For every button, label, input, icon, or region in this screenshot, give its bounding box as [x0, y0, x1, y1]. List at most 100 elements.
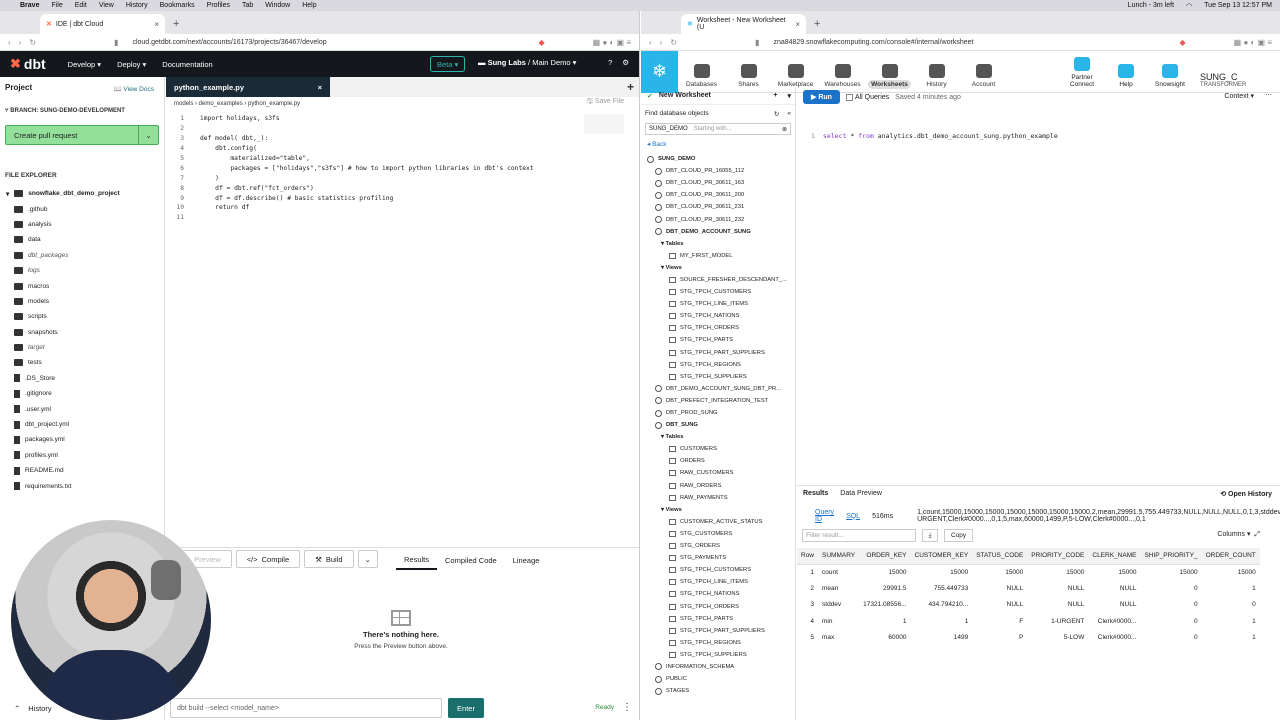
add-worksheet-button[interactable]: +: [773, 92, 777, 99]
close-tab-icon[interactable]: ×: [795, 20, 800, 29]
new-file-tab-button[interactable]: +: [627, 80, 634, 94]
partner-connect-button[interactable]: Partner Connect: [1060, 57, 1104, 88]
db-tree-item[interactable]: DBT_DEMO_ACCOUNT_SUNG: [641, 226, 795, 238]
table-cell[interactable]: 5: [797, 630, 818, 646]
url-text[interactable]: zna84829.snowflakecomputing.com/console#…: [767, 39, 1171, 46]
tree-item-models[interactable]: models: [0, 294, 165, 309]
nav-worksheets[interactable]: Worksheets: [866, 63, 913, 89]
back-icon[interactable]: ‹: [8, 38, 11, 47]
calendar-status[interactable]: Lunch - 3m left: [1128, 2, 1174, 9]
db-tree-item[interactable]: STG_TPCH_PARTS: [641, 613, 795, 625]
help-icon[interactable]: ?: [608, 58, 612, 67]
browser-tab-dbt[interactable]: ✕ IDE | dbt Cloud ×: [40, 14, 165, 34]
settings-gear-icon[interactable]: ⚙: [622, 58, 629, 67]
tree-item-snapshots[interactable]: snapshots: [0, 325, 165, 340]
column-header[interactable]: ORDER_COUNT: [1201, 548, 1260, 565]
reload-icon[interactable]: ↻: [670, 38, 677, 47]
table-cell[interactable]: 0: [1202, 597, 1260, 613]
dbt-logo[interactable]: ✖ dbt: [10, 56, 46, 72]
db-tree-item[interactable]: STG_TPCH_ORDERS: [641, 600, 795, 612]
db-tree-item[interactable]: STAGES: [641, 685, 795, 697]
table-cell[interactable]: mean: [818, 580, 859, 596]
sql-link[interactable]: SQL: [846, 513, 860, 520]
db-tree-item[interactable]: STG_TPCH_SUPPLIERS: [641, 371, 795, 383]
db-tree-item[interactable]: RAW_CUSTOMERS: [641, 467, 795, 479]
build-options-dropdown[interactable]: ⌄: [357, 550, 378, 568]
tab-results[interactable]: Results: [396, 550, 438, 570]
worksheet-tab[interactable]: New Worksheet: [659, 92, 711, 99]
new-tab-button[interactable]: +: [814, 14, 820, 34]
table-cell[interactable]: 17321.08556...: [859, 597, 910, 613]
table-cell[interactable]: 15000: [1140, 564, 1201, 580]
tree-item--user-yml[interactable]: .user.yml: [0, 401, 165, 416]
db-tree-item[interactable]: DBT_DEMO_ACCOUNT_SUNG_DBT_PR...: [641, 383, 795, 395]
project-selector[interactable]: ▬ Sung Labs / Main Demo ▾: [478, 58, 576, 67]
table-cell[interactable]: 29991.5: [859, 580, 910, 596]
reload-icon[interactable]: ↻: [29, 38, 36, 47]
column-header[interactable]: CUSTOMER_KEY: [910, 548, 973, 565]
extensions-icon[interactable]: ▦ ● ◐ ▣ ≡: [593, 38, 631, 47]
db-tree-item[interactable]: RAW_ORDERS: [641, 480, 795, 492]
new-tab-button[interactable]: +: [173, 14, 179, 34]
open-history-button[interactable]: ⟲ Open History: [1220, 490, 1272, 498]
table-cell[interactable]: 1: [797, 564, 818, 580]
bookmark-icon[interactable]: ▮: [114, 38, 118, 47]
url-text[interactable]: cloud.getdbt.com/next/accounts/16173/pro…: [126, 39, 530, 46]
nav-shares[interactable]: Shares: [725, 63, 772, 88]
table-cell[interactable]: 1: [859, 613, 910, 629]
chevron-down-icon[interactable]: ⌄: [138, 126, 158, 144]
back-link[interactable]: ◂ Back: [641, 135, 795, 153]
db-tree-item[interactable]: STG_TPCH_CUSTOMERS: [641, 286, 795, 298]
build-button[interactable]: ⚒ Build: [304, 550, 354, 568]
nav-develop[interactable]: Develop ▾: [68, 60, 101, 69]
db-tree-item[interactable]: STG_TPCH_REGIONS: [641, 637, 795, 649]
table-cell[interactable]: 1: [911, 613, 973, 629]
db-tree-item[interactable]: DBT_SUNG: [641, 419, 795, 431]
table-cell[interactable]: NULL: [972, 580, 1027, 596]
db-tree-item[interactable]: DBT_CLOUD_PR_30611_232: [641, 213, 795, 225]
tree-item-analysis[interactable]: analysis: [0, 217, 165, 232]
menu-view[interactable]: View: [99, 2, 114, 9]
more-options-icon[interactable]: ⋯: [1265, 91, 1272, 99]
tree-item-logs[interactable]: logs: [0, 263, 165, 278]
nav-account[interactable]: Account: [960, 63, 1007, 88]
column-header[interactable]: SHIP_PRIORITY_: [1140, 548, 1202, 565]
forward-icon[interactable]: ›: [660, 38, 663, 47]
table-cell[interactable]: 1: [1202, 580, 1260, 596]
table-cell[interactable]: 1: [1202, 613, 1260, 629]
save-file-button[interactable]: 🖫 Save File: [587, 97, 624, 108]
table-cell[interactable]: 15000: [911, 564, 973, 580]
db-tree-item[interactable]: CUSTOMER_ACTIVE_STATUS: [641, 516, 795, 528]
tree-item-tests[interactable]: tests: [0, 355, 165, 370]
table-cell[interactable]: 3: [797, 597, 818, 613]
compile-button[interactable]: </> Compile: [235, 550, 301, 568]
tree-item-profiles-yml[interactable]: profiles.yml: [0, 448, 165, 463]
nav-deploy[interactable]: Deploy ▾: [117, 60, 146, 69]
menu-history[interactable]: History: [126, 2, 148, 9]
beta-dropdown[interactable]: Beta ▾: [430, 56, 466, 72]
menu-bookmarks[interactable]: Bookmarks: [160, 2, 195, 9]
column-header[interactable]: ORDER_KEY: [859, 548, 911, 565]
tree-item--gitignore[interactable]: .gitignore: [0, 386, 165, 401]
table-cell[interactable]: 0: [1140, 613, 1201, 629]
back-icon[interactable]: ‹: [649, 38, 652, 47]
close-icon[interactable]: ×: [318, 83, 322, 92]
clock[interactable]: Tue Sep 13 12:57 PM: [1204, 2, 1272, 9]
command-input[interactable]: dbt build --select <model_name>: [170, 698, 442, 718]
forward-icon[interactable]: ›: [19, 38, 22, 47]
db-tree-item[interactable]: STG_TPCH_PART_SUPPLIERS: [641, 625, 795, 637]
table-cell[interactable]: Clerk#0000...: [1088, 630, 1140, 646]
table-cell[interactable]: stddev: [818, 597, 859, 613]
table-cell[interactable]: NULL: [1088, 597, 1140, 613]
tab-data-preview[interactable]: Data Preview: [840, 490, 882, 497]
table-cell[interactable]: 15000: [1202, 564, 1260, 580]
table-cell[interactable]: 15000: [1027, 564, 1088, 580]
table-cell[interactable]: 4: [797, 613, 818, 629]
table-cell[interactable]: 1-URGENT: [1027, 613, 1088, 629]
code-area[interactable]: 1 import holidays, s3fs 2 3 def model( dbt,_…: [166, 114, 636, 223]
db-tree-item[interactable]: CUSTOMERS: [641, 443, 795, 455]
db-tree-item[interactable]: STG_TPCH_PART_SUPPLIERS: [641, 347, 795, 359]
tree-item-macros[interactable]: macros: [0, 278, 165, 293]
nav-documentation[interactable]: Documentation: [162, 60, 212, 69]
worksheet-menu-icon[interactable]: ▾: [787, 92, 791, 100]
